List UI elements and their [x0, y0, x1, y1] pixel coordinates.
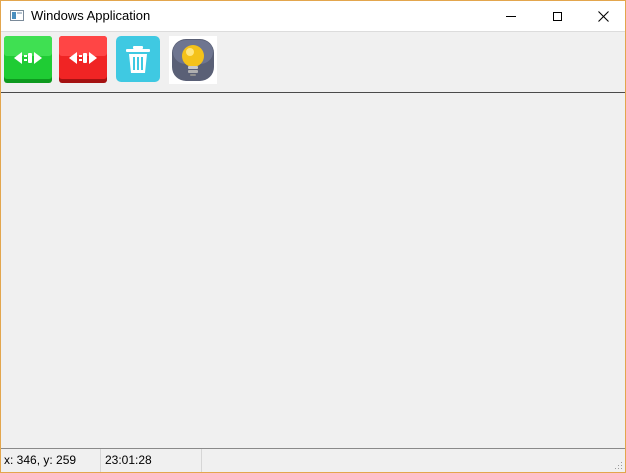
status-bar: x: 346, y: 259 23:01:28: [1, 448, 625, 472]
trash-icon: [116, 36, 160, 82]
idea-button[interactable]: [169, 36, 217, 84]
window-title: Windows Application: [31, 8, 151, 23]
maximize-button[interactable]: [534, 1, 580, 31]
status-coordinates: x: 346, y: 259: [1, 449, 101, 472]
status-time: 23:01:28: [102, 449, 202, 472]
lightbulb-icon: [169, 36, 217, 84]
maximize-icon: [552, 11, 562, 21]
clear-button[interactable]: [114, 36, 162, 84]
minimize-button[interactable]: [488, 1, 534, 31]
connect-button[interactable]: [4, 36, 52, 84]
minimize-icon: [506, 15, 516, 17]
application-window: Windows Application x: 346, y: 259 23:01…: [0, 0, 626, 473]
main-content-area[interactable]: [1, 93, 625, 448]
disconnect-icon: [59, 36, 107, 83]
title-bar[interactable]: Windows Application: [1, 1, 625, 31]
toolbar: [1, 31, 625, 93]
close-icon: [597, 10, 609, 22]
window-app-icon: [10, 10, 24, 21]
disconnect-button[interactable]: [59, 36, 107, 84]
resize-grip-icon[interactable]: [613, 460, 623, 470]
close-button[interactable]: [580, 1, 626, 31]
connect-icon: [4, 36, 52, 83]
